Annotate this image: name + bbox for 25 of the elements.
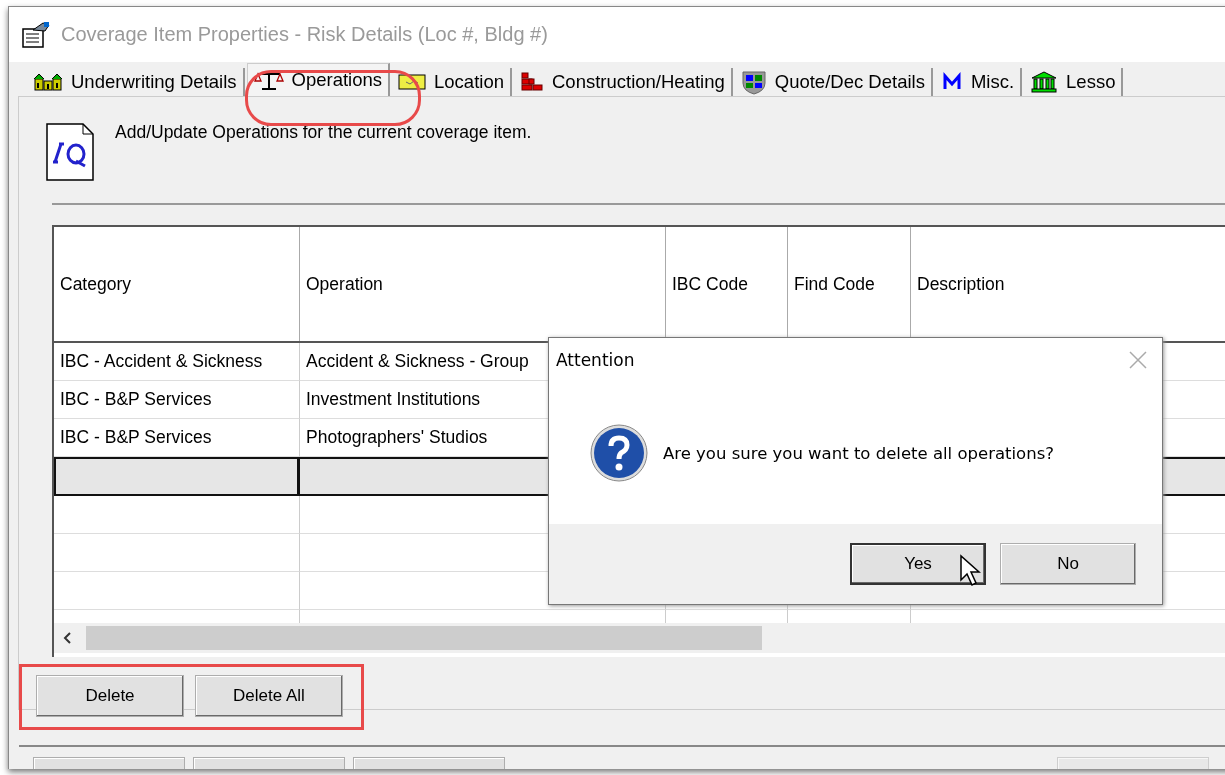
bricks-icon bbox=[520, 71, 544, 93]
buildings-icon bbox=[33, 72, 63, 92]
document-icon bbox=[45, 122, 95, 182]
question-icon bbox=[589, 423, 649, 483]
column-header: Category bbox=[54, 227, 300, 341]
scroll-left-icon[interactable] bbox=[62, 631, 72, 645]
button[interactable]: Delete All bbox=[195, 675, 343, 717]
scrollbar-thumb[interactable] bbox=[86, 626, 762, 650]
button[interactable]: Yes bbox=[850, 543, 986, 585]
card-icon bbox=[398, 73, 427, 91]
close-icon[interactable] bbox=[1128, 350, 1148, 370]
description-text: Add/Update Operations for the current coverage item. bbox=[115, 122, 532, 144]
window-title: Coverage Item Properties - Risk Details (Loc #, Bldg #) bbox=[61, 23, 548, 46]
properties-icon bbox=[21, 20, 51, 49]
dialog-title: Attention bbox=[556, 350, 635, 370]
table-cell: IBC - B&P Services bbox=[54, 381, 300, 419]
cursor-icon bbox=[959, 554, 981, 588]
shield-icon bbox=[740, 69, 767, 95]
bank-icon bbox=[1030, 70, 1059, 94]
button[interactable]: No bbox=[1000, 543, 1136, 585]
horizontal-scrollbar[interactable] bbox=[54, 623, 1225, 653]
dialog-message: Are you sure you want to delete all operations? bbox=[663, 443, 1054, 463]
table-cell: IBC - Accident & Sickness bbox=[54, 343, 300, 381]
button[interactable]: Delete bbox=[36, 675, 184, 717]
tab[interactable]: Operations bbox=[246, 63, 391, 96]
